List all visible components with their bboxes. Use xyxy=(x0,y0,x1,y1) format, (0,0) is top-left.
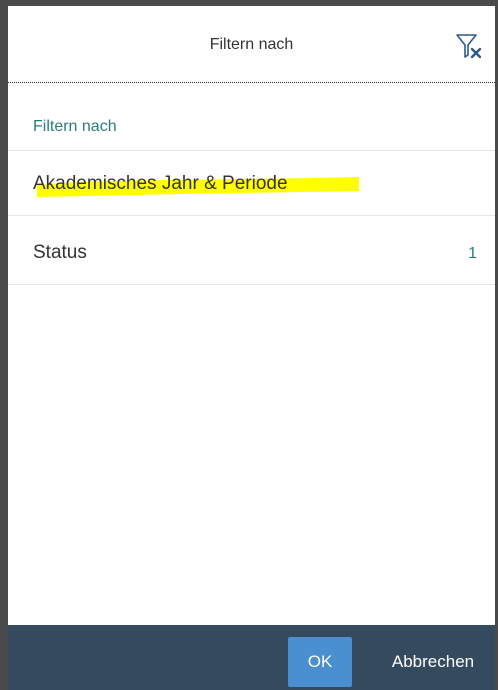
filter-item-status[interactable]: Status 1 xyxy=(8,216,495,285)
filter-item-akademisches-jahr[interactable]: Akademisches Jahr & Periode xyxy=(8,147,495,216)
dialog-header: Filtern nach xyxy=(8,6,495,83)
group-header-label: Filtern nach xyxy=(33,118,117,135)
ok-button[interactable]: OK xyxy=(288,637,352,687)
dialog-title: Filtern nach xyxy=(209,36,294,53)
filter-item-count: 1 xyxy=(468,245,477,262)
filter-item-label: Status xyxy=(33,242,87,263)
filter-reset-icon[interactable] xyxy=(451,28,487,64)
filter-item-label: Akademisches Jahr & Periode xyxy=(33,173,288,194)
filter-reset-icon-glyph xyxy=(456,34,482,59)
filter-dialog: Filtern nach Filtern nach Akademisches J… xyxy=(0,0,498,690)
cancel-button[interactable]: Abbrechen xyxy=(372,637,494,687)
dialog-footer: OK Abbrechen xyxy=(8,625,495,690)
list-group-header: Filtern nach xyxy=(8,82,495,151)
